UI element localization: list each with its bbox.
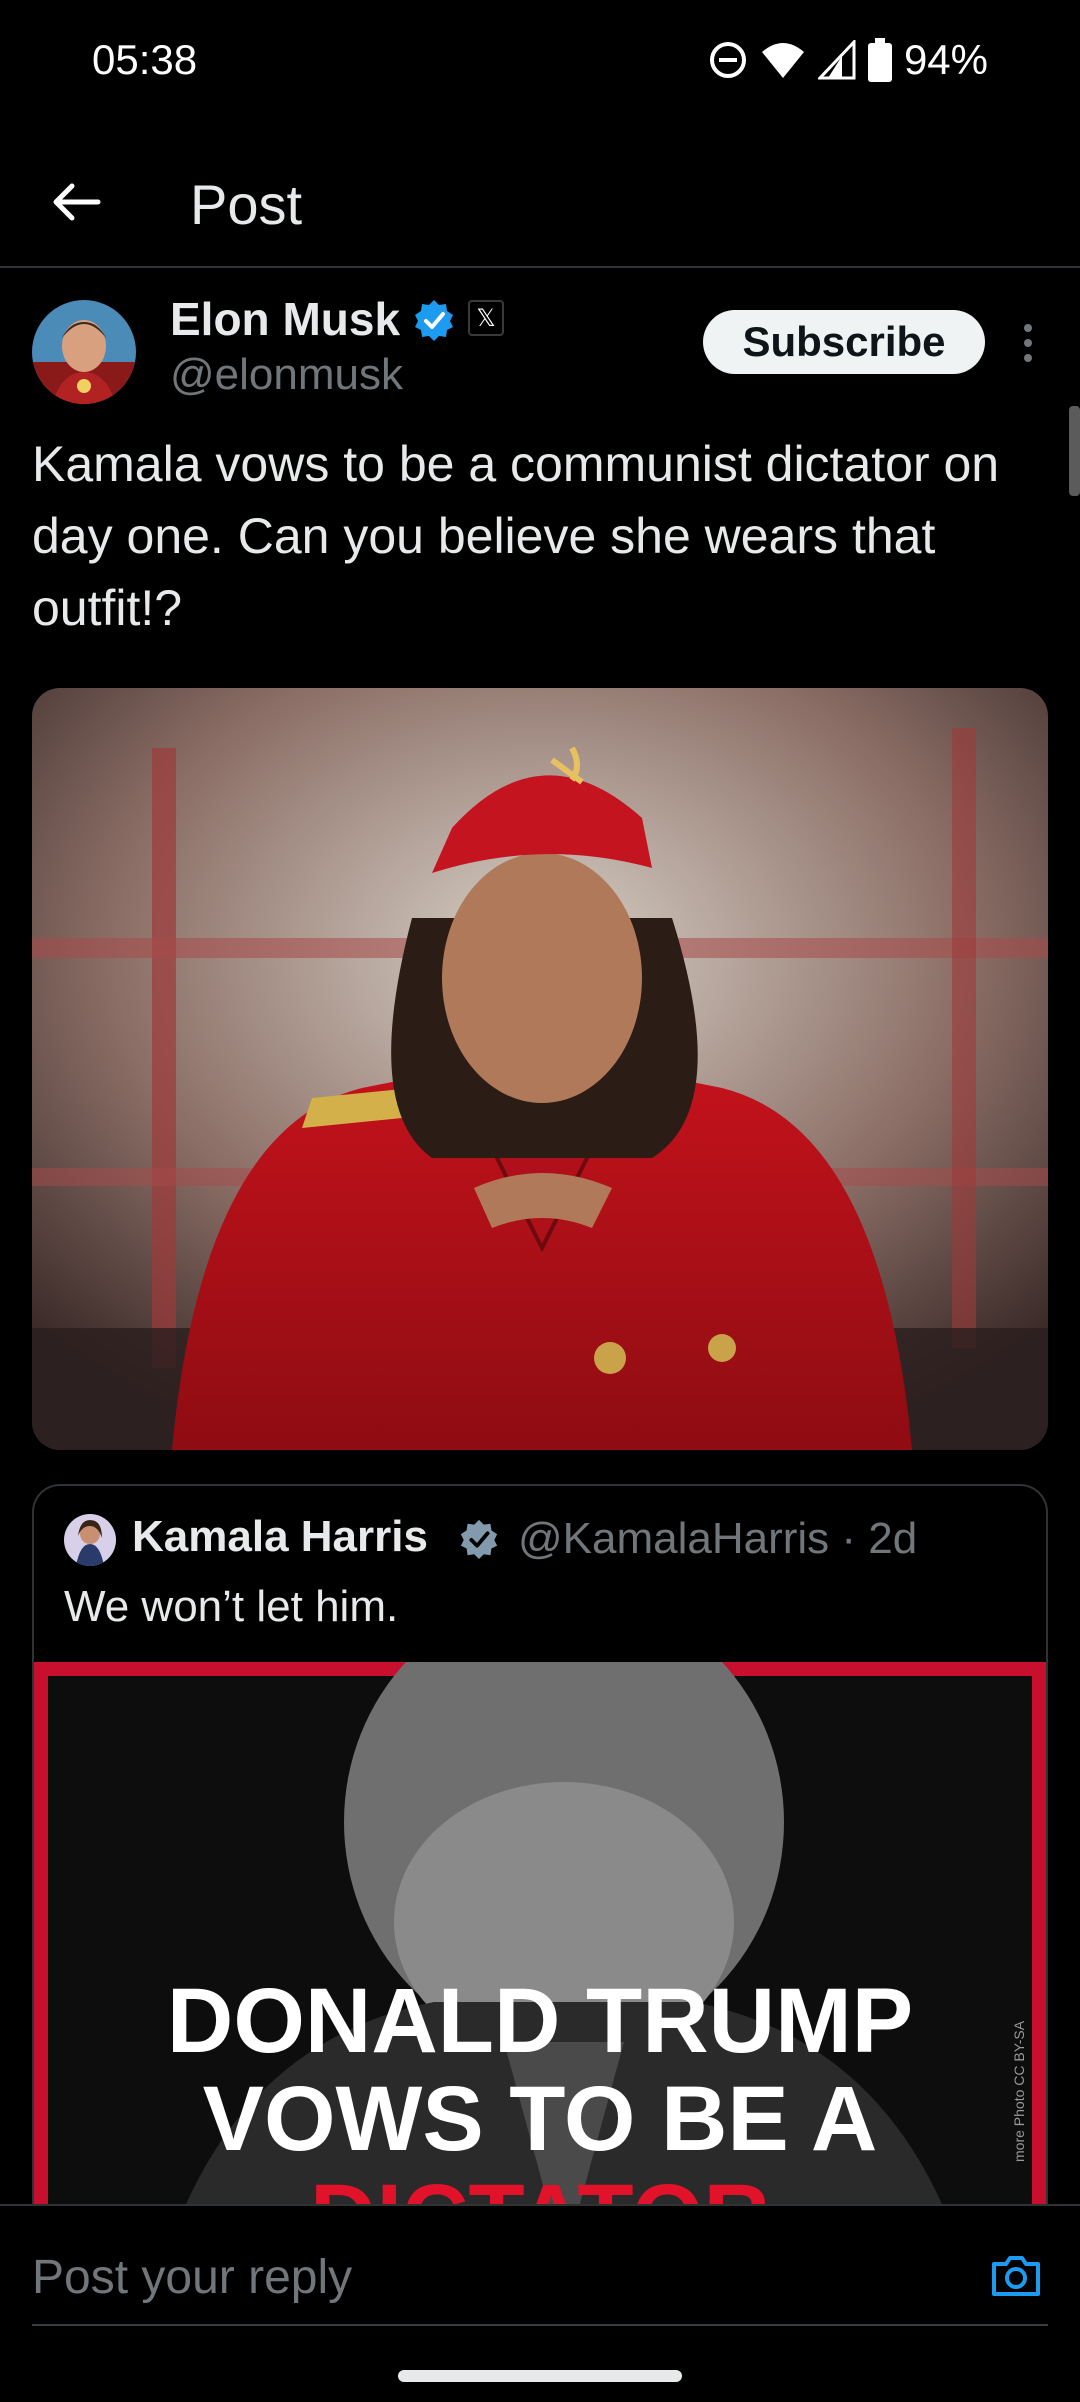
author-handle[interactable]: @elonmusk <box>170 350 403 400</box>
verified-badge-icon <box>415 300 453 341</box>
quoted-post[interactable]: Kamala Harris @KamalaHarris · 2d We won’… <box>32 1484 1048 2244</box>
quote-author-meta: @KamalaHarris · 2d <box>518 1514 918 1563</box>
author-avatar[interactable] <box>32 300 136 404</box>
top-app-bar: Post <box>0 150 1080 268</box>
post-photo <box>32 688 1048 1450</box>
camera-icon <box>992 2256 1040 2296</box>
home-indicator[interactable] <box>398 2370 682 2382</box>
status-bar: 05:38 94% <box>0 0 1080 120</box>
cell-signal-icon <box>817 40 856 80</box>
status-time: 05:38 <box>92 36 198 83</box>
reply-divider <box>32 2324 1048 2326</box>
avatar-image <box>32 300 136 404</box>
quote-image-headline-2: VOWS TO BE A <box>203 2068 878 2170</box>
camera-button[interactable] <box>988 2248 1044 2304</box>
arrow-left-icon <box>53 183 101 221</box>
quote-avatar-image <box>64 1514 116 1566</box>
page-title: Post <box>190 173 303 236</box>
quote-image-headline-1: DONALD TRUMP <box>167 1970 913 2072</box>
quote-author-avatar[interactable] <box>64 1514 116 1566</box>
reply-bar: Post your reply <box>0 2204 1080 2402</box>
author-name[interactable]: Elon Musk <box>170 292 400 346</box>
quote-text: We won’t let him. <box>64 1582 399 1631</box>
verified-badge-icon <box>460 1519 498 1560</box>
post-image[interactable] <box>32 688 1048 1450</box>
back-button[interactable] <box>48 174 104 230</box>
quote-image-credit: more Photo CC BY-SA <box>1011 2020 1027 2162</box>
subscribe-button[interactable]: Subscribe <box>703 310 985 374</box>
reply-input[interactable]: Post your reply <box>32 2250 352 2305</box>
do-not-disturb-icon <box>709 42 746 78</box>
more-vertical-icon <box>1024 324 1032 362</box>
wifi-icon <box>761 43 804 78</box>
quote-author-name[interactable]: Kamala Harris <box>132 1512 428 1562</box>
more-options-button[interactable] <box>1010 318 1046 368</box>
post-text: Kamala vows to be a communist dictator o… <box>32 436 1000 636</box>
battery-percent: 94% <box>903 36 988 83</box>
scrollbar-thumb[interactable] <box>1069 406 1080 496</box>
quote-image[interactable]: DONALD TRUMP VOWS TO BE A DICTATOR more … <box>34 1662 1046 2244</box>
x-affiliation-icon: 𝕏 <box>468 300 504 336</box>
status-icons: 94% <box>708 34 988 86</box>
battery-icon <box>867 38 892 82</box>
